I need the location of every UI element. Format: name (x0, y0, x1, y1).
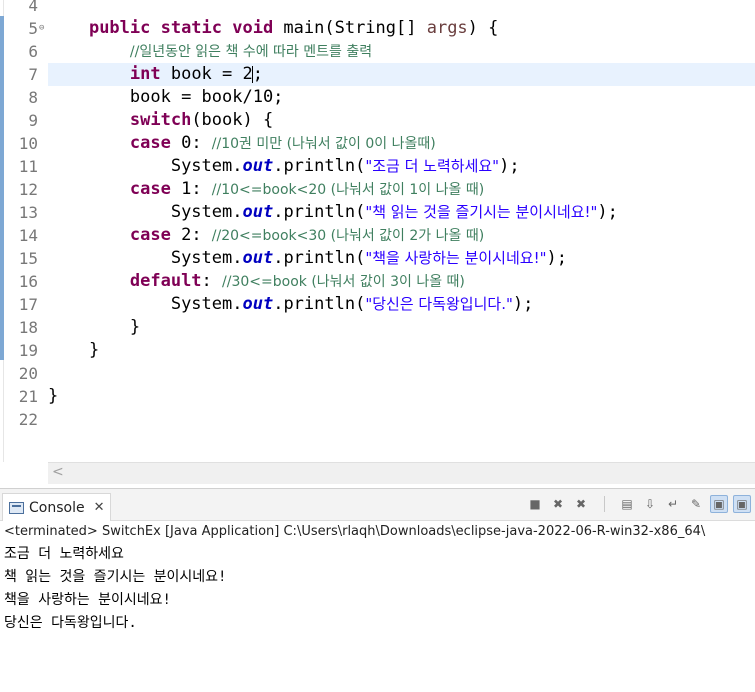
line-number: 7 (28, 65, 38, 84)
fold-collapse-icon[interactable]: ⊖ (39, 17, 44, 40)
console-view: Console ✕ ■ ✖ ✖ ▤ ⇩ ↵ ✎ ▣ ▣ <terminated>… (0, 488, 755, 692)
line-number: 22 (18, 410, 38, 429)
show-on-output-icon[interactable]: ▣ (710, 495, 728, 513)
line-number: 4 (28, 0, 38, 15)
code-line: default: //30<=book (나눠서 값이 3이 나올 때) (129, 271, 465, 291)
code-line: System.out.println("당신은 다독왕입니다."); (170, 294, 534, 314)
line-number: 11 (18, 157, 38, 176)
line-number: 9 (28, 111, 38, 130)
current-code-line: int book = 2; (48, 63, 755, 86)
code-line: } (48, 386, 59, 406)
console-icon (9, 501, 24, 514)
console-tab-label: Console (29, 499, 85, 516)
console-toolbar: ■ ✖ ✖ ▤ ⇩ ↵ ✎ ▣ ▣ (526, 495, 751, 513)
tab-console[interactable]: Console ✕ (2, 493, 112, 521)
code-line: //일년동안 읽은 책 수에 따라 멘트를 출력 (129, 44, 373, 60)
code-line: switch(book) { (129, 110, 274, 130)
line-number: 21 (18, 387, 38, 406)
line-number: 17 (18, 295, 38, 314)
line-number: 20 (18, 364, 38, 383)
clear-console-icon[interactable]: ▤ (618, 495, 636, 513)
remove-launch-icon[interactable]: ✖ (549, 495, 567, 513)
code-line: System.out.println("책을 사랑하는 분이시네요!"); (170, 248, 567, 268)
console-output[interactable]: 조금 더 노력하세요 책 읽는 것을 즐기시는 분이시네요! 책을 사랑하는 분… (4, 543, 754, 635)
line-number: 15 (18, 249, 38, 268)
output-line: 당신은 다독왕입니다. (4, 615, 137, 631)
console-header: Console ✕ ■ ✖ ✖ ▤ ⇩ ↵ ✎ ▣ ▣ (0, 489, 755, 521)
line-number: 12 (18, 180, 38, 199)
remove-all-terminated-icon[interactable]: ✖ (572, 495, 590, 513)
scroll-lock-icon[interactable]: ⇩ (641, 495, 659, 513)
line-number: 19 (18, 341, 38, 360)
line-number: 14 (18, 226, 38, 245)
code-line: case 1: //10<=book<20 (나눠서 값이 1이 나올 때) (129, 179, 485, 199)
line-number: 18 (18, 318, 38, 337)
line-number-gutter: 4 5 ⊖ 6 7 8 9 10 11 12 13 14 15 16 17 18… (4, 0, 48, 462)
launch-status: <terminated> SwitchEx [Java Application]… (4, 524, 706, 539)
code-line: case 2: //20<=book<30 (나눠서 값이 2가 나올 때) (129, 225, 485, 245)
code-editor[interactable]: 4 5 ⊖ 6 7 8 9 10 11 12 13 14 15 16 17 18… (0, 0, 755, 462)
close-icon[interactable]: ✕ (94, 500, 105, 515)
toolbar-separator (595, 495, 613, 513)
scroll-left-icon[interactable]: < (52, 464, 64, 480)
line-number: 10 (18, 134, 38, 153)
line-number: 8 (28, 88, 38, 107)
code-line: public static void main(String[] args) { (88, 18, 499, 38)
word-wrap-icon[interactable]: ↵ (664, 495, 682, 513)
line-number: 6 (28, 42, 38, 61)
code-line: case 0: //10권 미만 (나눠서 값이 0이 나올때) (129, 133, 436, 153)
code-area[interactable]: public static void main(String[] args) {… (48, 0, 755, 462)
code-line: } (129, 317, 141, 337)
code-line: System.out.println("책 읽는 것을 즐기시는 분이시네요!"… (170, 202, 618, 222)
line-number: 16 (18, 272, 38, 291)
line-number: 5 (28, 19, 38, 38)
terminate-icon[interactable]: ■ (526, 495, 544, 513)
output-line: 책을 사랑하는 분이시네요! (4, 592, 171, 608)
output-line: 책 읽는 것을 즐기시는 분이시네요! (4, 569, 227, 585)
line-number: 13 (18, 203, 38, 222)
code-line: System.out.println("조금 더 노력하세요"); (170, 156, 520, 176)
show-on-error-icon[interactable]: ▣ (733, 495, 751, 513)
output-line: 조금 더 노력하세요 (4, 546, 124, 562)
code-line: book = book/10; (129, 87, 284, 107)
horizontal-scrollbar[interactable]: < (48, 462, 755, 484)
code-line: } (88, 340, 100, 360)
pin-console-icon[interactable]: ✎ (687, 495, 705, 513)
